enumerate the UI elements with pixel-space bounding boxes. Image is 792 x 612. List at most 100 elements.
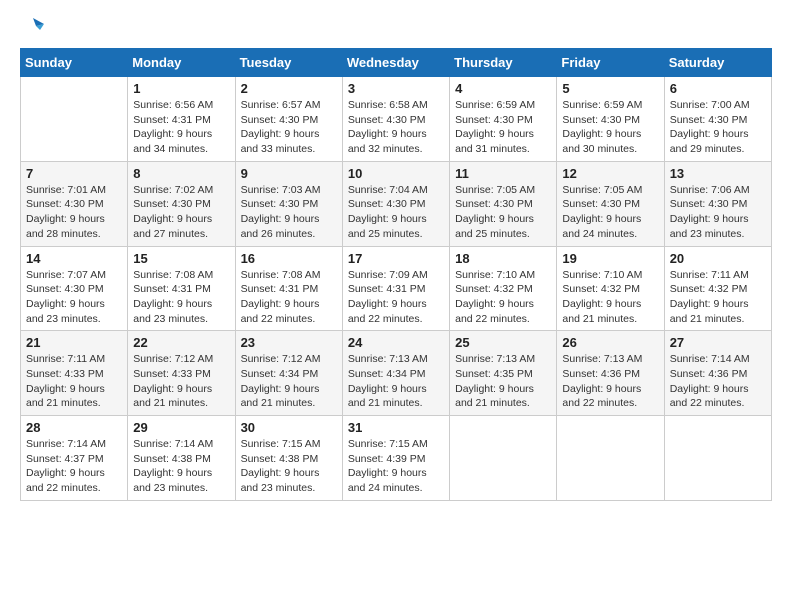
day-info: Sunrise: 7:12 AM Sunset: 4:33 PM Dayligh…: [133, 352, 229, 411]
day-info: Sunrise: 7:15 AM Sunset: 4:38 PM Dayligh…: [241, 437, 337, 496]
calendar-week-row-1: 1 Sunrise: 6:56 AM Sunset: 4:31 PM Daylig…: [21, 77, 772, 162]
calendar-cell: 16 Sunrise: 7:08 AM Sunset: 4:31 PM Dayli…: [235, 246, 342, 331]
day-info: Sunrise: 7:00 AM Sunset: 4:30 PM Dayligh…: [670, 98, 766, 157]
day-number: 12: [562, 166, 658, 181]
day-info: Sunrise: 7:06 AM Sunset: 4:30 PM Dayligh…: [670, 183, 766, 242]
day-number: 16: [241, 251, 337, 266]
calendar-cell: 24 Sunrise: 7:13 AM Sunset: 4:34 PM Dayli…: [342, 331, 449, 416]
calendar-cell: 1 Sunrise: 6:56 AM Sunset: 4:31 PM Daylig…: [128, 77, 235, 162]
calendar-cell: 14 Sunrise: 7:07 AM Sunset: 4:30 PM Dayli…: [21, 246, 128, 331]
calendar-cell: 30 Sunrise: 7:15 AM Sunset: 4:38 PM Dayli…: [235, 416, 342, 501]
weekday-header-wednesday: Wednesday: [342, 49, 449, 77]
weekday-header-saturday: Saturday: [664, 49, 771, 77]
day-number: 13: [670, 166, 766, 181]
weekday-header-tuesday: Tuesday: [235, 49, 342, 77]
day-number: 2: [241, 81, 337, 96]
day-info: Sunrise: 7:11 AM Sunset: 4:33 PM Dayligh…: [26, 352, 122, 411]
day-number: 29: [133, 420, 229, 435]
calendar-cell: 5 Sunrise: 6:59 AM Sunset: 4:30 PM Daylig…: [557, 77, 664, 162]
calendar-cell: 22 Sunrise: 7:12 AM Sunset: 4:33 PM Dayli…: [128, 331, 235, 416]
calendar-cell: 12Sunrise: 7:05 AM Sunset: 4:30 PM Dayli…: [557, 161, 664, 246]
day-number: 3: [348, 81, 444, 96]
calendar-cell: 23 Sunrise: 7:12 AM Sunset: 4:34 PM Dayli…: [235, 331, 342, 416]
day-info: Sunrise: 7:07 AM Sunset: 4:30 PM Dayligh…: [26, 268, 122, 327]
day-info: Sunrise: 7:10 AM Sunset: 4:32 PM Dayligh…: [562, 268, 658, 327]
day-info: Sunrise: 7:13 AM Sunset: 4:34 PM Dayligh…: [348, 352, 444, 411]
day-info: Sunrise: 7:10 AM Sunset: 4:32 PM Dayligh…: [455, 268, 551, 327]
day-number: 11: [455, 166, 551, 181]
day-number: 18: [455, 251, 551, 266]
calendar-cell: 4 Sunrise: 6:59 AM Sunset: 4:30 PM Daylig…: [450, 77, 557, 162]
day-number: 31: [348, 420, 444, 435]
day-number: 28: [26, 420, 122, 435]
day-number: 19: [562, 251, 658, 266]
day-number: 4: [455, 81, 551, 96]
day-number: 22: [133, 335, 229, 350]
day-info: Sunrise: 7:08 AM Sunset: 4:31 PM Dayligh…: [133, 268, 229, 327]
weekday-header-friday: Friday: [557, 49, 664, 77]
logo: [20, 20, 44, 38]
calendar-cell: 3 Sunrise: 6:58 AM Sunset: 4:30 PM Daylig…: [342, 77, 449, 162]
day-info: Sunrise: 7:14 AM Sunset: 4:38 PM Dayligh…: [133, 437, 229, 496]
calendar-week-row-5: 28 Sunrise: 7:14 AM Sunset: 4:37 PM Dayli…: [21, 416, 772, 501]
weekday-header-sunday: Sunday: [21, 49, 128, 77]
day-info: Sunrise: 7:08 AM Sunset: 4:31 PM Dayligh…: [241, 268, 337, 327]
calendar-cell: 11Sunrise: 7:05 AM Sunset: 4:30 PM Dayli…: [450, 161, 557, 246]
day-info: Sunrise: 7:02 AM Sunset: 4:30 PM Dayligh…: [133, 183, 229, 242]
calendar-cell: 20Sunrise: 7:11 AM Sunset: 4:32 PM Dayli…: [664, 246, 771, 331]
day-number: 1: [133, 81, 229, 96]
calendar-cell: 6 Sunrise: 7:00 AM Sunset: 4:30 PM Daylig…: [664, 77, 771, 162]
calendar-cell: 7Sunrise: 7:01 AM Sunset: 4:30 PM Daylig…: [21, 161, 128, 246]
day-number: 8: [133, 166, 229, 181]
day-info: Sunrise: 7:04 AM Sunset: 4:30 PM Dayligh…: [348, 183, 444, 242]
calendar-week-row-4: 21 Sunrise: 7:11 AM Sunset: 4:33 PM Dayli…: [21, 331, 772, 416]
day-number: 17: [348, 251, 444, 266]
day-info: Sunrise: 7:13 AM Sunset: 4:35 PM Dayligh…: [455, 352, 551, 411]
day-number: 7: [26, 166, 122, 181]
day-number: 21: [26, 335, 122, 350]
calendar-cell: 19 Sunrise: 7:10 AM Sunset: 4:32 PM Dayli…: [557, 246, 664, 331]
day-number: 26: [562, 335, 658, 350]
day-info: Sunrise: 7:13 AM Sunset: 4:36 PM Dayligh…: [562, 352, 658, 411]
day-info: Sunrise: 6:58 AM Sunset: 4:30 PM Dayligh…: [348, 98, 444, 157]
day-number: 14: [26, 251, 122, 266]
day-number: 30: [241, 420, 337, 435]
calendar-cell: 28 Sunrise: 7:14 AM Sunset: 4:37 PM Dayli…: [21, 416, 128, 501]
page-container: SundayMondayTuesdayWednesdayThursdayFrid…: [20, 20, 772, 501]
day-number: 27: [670, 335, 766, 350]
calendar-cell: 26 Sunrise: 7:13 AM Sunset: 4:36 PM Dayli…: [557, 331, 664, 416]
day-info: Sunrise: 6:56 AM Sunset: 4:31 PM Dayligh…: [133, 98, 229, 157]
calendar-cell: 10 Sunrise: 7:04 AM Sunset: 4:30 PM Dayli…: [342, 161, 449, 246]
day-info: Sunrise: 7:12 AM Sunset: 4:34 PM Dayligh…: [241, 352, 337, 411]
calendar-cell: 15 Sunrise: 7:08 AM Sunset: 4:31 PM Dayli…: [128, 246, 235, 331]
day-number: 23: [241, 335, 337, 350]
day-number: 5: [562, 81, 658, 96]
calendar-cell: [450, 416, 557, 501]
day-number: 6: [670, 81, 766, 96]
day-number: 15: [133, 251, 229, 266]
logo-bird-icon: [22, 16, 44, 38]
day-info: Sunrise: 7:15 AM Sunset: 4:39 PM Dayligh…: [348, 437, 444, 496]
day-info: Sunrise: 6:59 AM Sunset: 4:30 PM Dayligh…: [562, 98, 658, 157]
weekday-header-thursday: Thursday: [450, 49, 557, 77]
day-number: 9: [241, 166, 337, 181]
calendar-week-row-2: 7Sunrise: 7:01 AM Sunset: 4:30 PM Daylig…: [21, 161, 772, 246]
calendar-cell: 25Sunrise: 7:13 AM Sunset: 4:35 PM Dayli…: [450, 331, 557, 416]
day-info: Sunrise: 7:11 AM Sunset: 4:32 PM Dayligh…: [670, 268, 766, 327]
weekday-header-monday: Monday: [128, 49, 235, 77]
day-info: Sunrise: 7:14 AM Sunset: 4:36 PM Dayligh…: [670, 352, 766, 411]
day-number: 10: [348, 166, 444, 181]
calendar-cell: 8 Sunrise: 7:02 AM Sunset: 4:30 PM Daylig…: [128, 161, 235, 246]
calendar-cell: 18 Sunrise: 7:10 AM Sunset: 4:32 PM Dayli…: [450, 246, 557, 331]
day-info: Sunrise: 7:14 AM Sunset: 4:37 PM Dayligh…: [26, 437, 122, 496]
calendar-cell: 17 Sunrise: 7:09 AM Sunset: 4:31 PM Dayli…: [342, 246, 449, 331]
calendar-week-row-3: 14 Sunrise: 7:07 AM Sunset: 4:30 PM Dayli…: [21, 246, 772, 331]
day-info: Sunrise: 7:09 AM Sunset: 4:31 PM Dayligh…: [348, 268, 444, 327]
day-info: Sunrise: 6:57 AM Sunset: 4:30 PM Dayligh…: [241, 98, 337, 157]
day-info: Sunrise: 6:59 AM Sunset: 4:30 PM Dayligh…: [455, 98, 551, 157]
day-number: 24: [348, 335, 444, 350]
day-info: Sunrise: 7:03 AM Sunset: 4:30 PM Dayligh…: [241, 183, 337, 242]
weekday-header-row: SundayMondayTuesdayWednesdayThursdayFrid…: [21, 49, 772, 77]
calendar-table: SundayMondayTuesdayWednesdayThursdayFrid…: [20, 48, 772, 501]
calendar-cell: 29 Sunrise: 7:14 AM Sunset: 4:38 PM Dayli…: [128, 416, 235, 501]
